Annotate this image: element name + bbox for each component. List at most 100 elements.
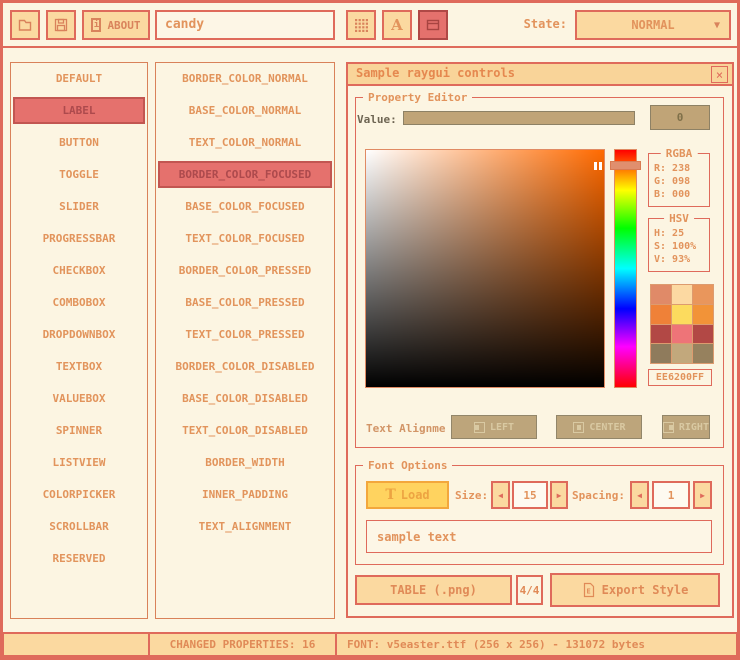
control-list-item[interactable]: DROPDOWNBOX (13, 321, 145, 348)
control-list-item[interactable]: TEXTBOX (13, 353, 145, 380)
picker-cursor (599, 162, 602, 170)
alignment-toggle-button[interactable]: RIGHT (662, 415, 710, 439)
size-decrement-button[interactable]: ◀ (491, 481, 510, 509)
property-list-item[interactable]: BORDER_COLOR_FOCUSED (158, 161, 332, 188)
font-options-group-label: Font Options (363, 459, 452, 472)
grid-mode-button[interactable] (346, 10, 376, 40)
property-list-item[interactable]: BORDER_COLOR_PRESSED (158, 257, 332, 284)
open-file-button[interactable] (10, 10, 40, 40)
close-icon[interactable]: × (711, 66, 728, 83)
sample-text-box[interactable]: sample text (366, 520, 712, 553)
property-list-item[interactable]: BORDER_WIDTH (158, 449, 332, 476)
palette-swatch[interactable] (651, 305, 671, 324)
palette-swatch[interactable] (651, 285, 671, 304)
alignment-button-label: LEFT (490, 422, 514, 433)
palette-swatch[interactable] (672, 305, 692, 324)
hex-color-box[interactable]: EE6200FF (648, 369, 712, 386)
style-color-palette (650, 284, 714, 364)
property-list-item[interactable]: TEXT_COLOR_DISABLED (158, 417, 332, 444)
state-label: State: (495, 17, 567, 31)
palette-swatch[interactable] (693, 344, 713, 363)
control-list-item[interactable]: COMBOBOX (13, 289, 145, 316)
palette-swatch[interactable] (651, 325, 671, 344)
info-icon: i (91, 18, 101, 32)
rgba-red-value: R: 238 (654, 162, 709, 175)
window-panel-icon (425, 17, 441, 33)
statusbar-font-info: FONT: v5easter.ttf (256 x 256) - 131072 … (335, 632, 738, 657)
value-slider[interactable] (403, 111, 635, 125)
hue-slider-handle[interactable] (610, 161, 641, 170)
control-list-item[interactable]: DEFAULT (13, 65, 145, 92)
property-list-item[interactable]: TEXT_ALIGNMENT (158, 513, 332, 540)
property-list-item[interactable]: BORDER_COLOR_NORMAL (158, 65, 332, 92)
size-increment-button[interactable]: ▶ (550, 481, 568, 509)
alignment-button-label: CENTER (589, 422, 625, 433)
letter-a-icon: A (391, 18, 403, 33)
property-list-item[interactable]: BASE_COLOR_DISABLED (158, 385, 332, 412)
hue-slider[interactable] (614, 149, 637, 388)
window-titlebar[interactable]: Sample raygui controls (346, 62, 734, 86)
property-list-item[interactable]: BORDER_COLOR_DISABLED (158, 353, 332, 380)
palette-swatch[interactable] (693, 305, 713, 324)
control-list-item[interactable]: PROGRESSBAR (13, 225, 145, 252)
table-export-button[interactable]: TABLE (.png) (355, 575, 512, 605)
palette-swatch[interactable] (672, 344, 692, 363)
size-value-box[interactable]: 15 (512, 481, 548, 509)
property-list-item[interactable]: BASE_COLOR_PRESSED (158, 289, 332, 316)
load-font-button[interactable]: T Load (366, 481, 449, 509)
alignment-toggle-button[interactable]: CENTER (556, 415, 642, 439)
alignment-toggle-button[interactable]: LEFT (451, 415, 537, 439)
state-dropdown[interactable]: NORMAL ▼ (575, 10, 731, 40)
spacing-value-box[interactable]: 1 (652, 481, 690, 509)
style-name-input[interactable]: candy (155, 10, 335, 40)
size-label: Size: (455, 489, 488, 502)
load-font-button-label: Load (401, 488, 430, 502)
color-picker-panel[interactable] (365, 149, 605, 388)
property-list-item[interactable]: BASE_COLOR_NORMAL (158, 97, 332, 124)
export-style-button[interactable]: E Export Style (550, 573, 720, 607)
property-list-item[interactable]: INNER_PADDING (158, 481, 332, 508)
property-list-item[interactable]: TEXT_COLOR_NORMAL (158, 129, 332, 156)
palette-swatch[interactable] (693, 325, 713, 344)
palette-swatch[interactable] (672, 325, 692, 344)
property-list-item[interactable]: BASE_COLOR_FOCUSED (158, 193, 332, 220)
controls-listview: DEFAULT LABEL BUTTON TOGGLE SLIDER PROGRESSBA… (10, 62, 148, 619)
sample-controls-window: Sample raygui controls × Property Editor… (346, 62, 734, 618)
spacing-decrement-button[interactable]: ◀ (630, 481, 649, 509)
hsv-group-label: HSV (664, 212, 694, 225)
control-list-item[interactable]: RESERVED (13, 545, 145, 572)
spacing-increment-button[interactable]: ▶ (693, 481, 712, 509)
control-list-item[interactable]: COLORPICKER (13, 481, 145, 508)
rgba-green-value: G: 098 (654, 175, 709, 188)
value-box[interactable]: 0 (650, 105, 710, 130)
control-list-item[interactable]: LABEL (13, 97, 145, 124)
window-mode-button[interactable] (418, 10, 448, 40)
palette-swatch[interactable] (651, 344, 671, 363)
export-button-label: Export Style (602, 583, 689, 597)
table-button-label: TABLE (.png) (390, 583, 477, 597)
control-list-item[interactable]: TOGGLE (13, 161, 145, 188)
control-list-item[interactable]: SLIDER (13, 193, 145, 220)
control-list-item[interactable]: VALUEBOX (13, 385, 145, 412)
alignment-icon (474, 422, 485, 433)
value-label: Value: (357, 113, 397, 126)
palette-swatch[interactable] (693, 285, 713, 304)
control-list-item[interactable]: SPINNER (13, 417, 145, 444)
control-list-item[interactable]: CHECKBOX (13, 257, 145, 284)
about-button[interactable]: i ABOUT (82, 10, 150, 40)
control-list-item[interactable]: SCROLLBAR (13, 513, 145, 540)
arrow-right-icon: ▶ (557, 491, 562, 500)
hsv-hue-value: H: 25 (654, 227, 709, 240)
property-list-item[interactable]: TEXT_COLOR_FOCUSED (158, 225, 332, 252)
property-list-item[interactable]: TEXT_COLOR_PRESSED (158, 321, 332, 348)
grid-icon (353, 17, 369, 33)
palette-swatch[interactable] (672, 285, 692, 304)
control-list-item[interactable]: LISTVIEW (13, 449, 145, 476)
picker-cursor (594, 162, 597, 170)
font-mode-button[interactable]: A (382, 10, 412, 40)
hsv-value-value: V: 93% (654, 253, 709, 266)
page-indicator: 4/4 (516, 575, 543, 605)
control-list-item[interactable]: BUTTON (13, 129, 145, 156)
statusbar-empty-segment (2, 632, 150, 657)
save-file-button[interactable] (46, 10, 76, 40)
